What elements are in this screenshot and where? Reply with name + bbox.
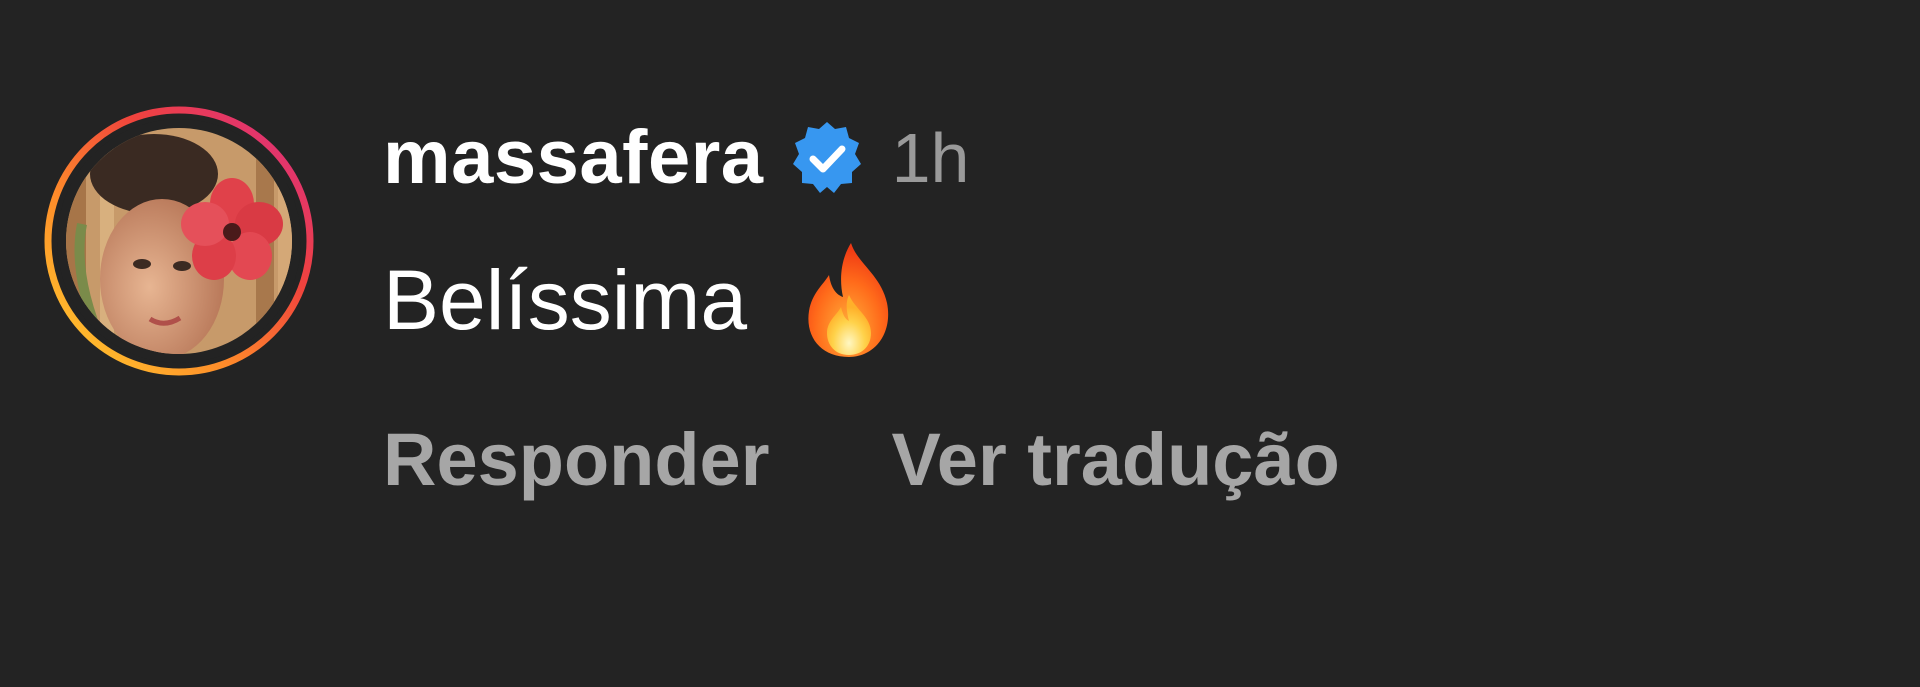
comment-actions: Responder Ver tradução — [383, 415, 1340, 505]
avatar[interactable] — [42, 104, 316, 378]
comment-timestamp: 1h — [891, 119, 970, 197]
fire-emoji-icon — [799, 239, 899, 361]
comment-header: massafera 1h — [383, 112, 969, 204]
verified-badge-icon — [788, 119, 866, 197]
avatar-story-ring — [44, 106, 314, 376]
see-translation-button[interactable]: Ver tradução — [892, 423, 1340, 497]
avatar-photo — [66, 128, 292, 354]
comment-body: Belíssima — [383, 253, 748, 347]
comment-text: Belíssima — [383, 243, 899, 357]
reply-button[interactable]: Responder — [383, 423, 770, 497]
username-link[interactable]: massafera — [383, 120, 764, 196]
comment-item: massafera 1h Belíssima Responder Ver tra… — [0, 0, 1920, 687]
